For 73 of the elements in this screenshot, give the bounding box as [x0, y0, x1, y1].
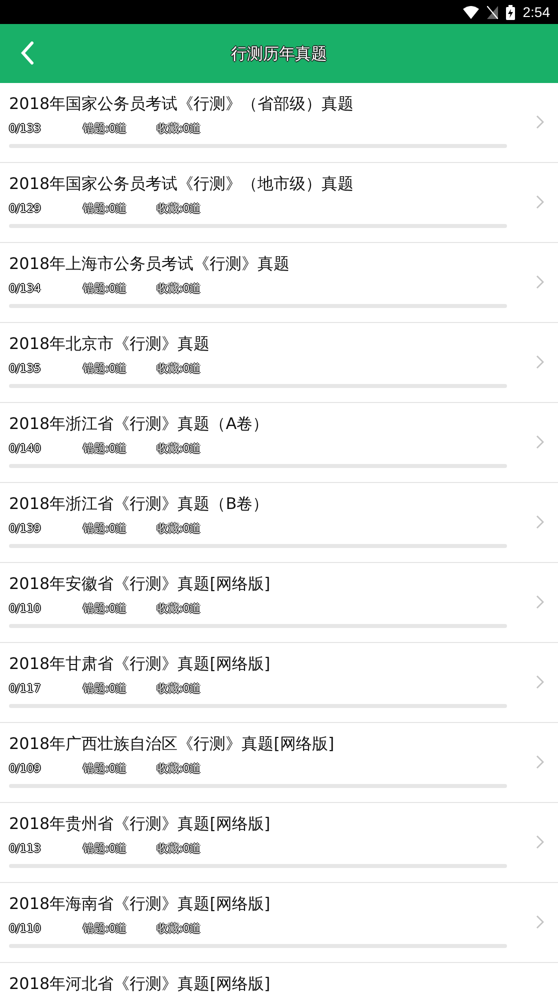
exam-list-item[interactable]: 2018年上海市公务员考试《行测》真题 0/134 错题:0道 收藏:0道 — [0, 243, 558, 323]
chevron-right-icon — [536, 195, 544, 209]
wrong-count: 错题:0道 — [83, 920, 128, 937]
exam-list-item[interactable]: 2018年国家公务员考试《行测》（省部级）真题 0/133 错题:0道 收藏:0道 — [0, 83, 558, 163]
wrong-count: 错题:0道 — [83, 280, 128, 297]
progress-count: 0/113 — [9, 840, 42, 857]
exam-title: 2018年安徽省《行测》真题[网络版] — [9, 573, 270, 595]
exam-title: 2018年北京市《行测》真题 — [9, 333, 210, 355]
chevron-right-icon — [536, 355, 544, 369]
favorite-count: 收藏:0道 — [157, 120, 201, 137]
favorite-count: 收藏:0道 — [157, 760, 201, 777]
chevron-right-icon — [536, 915, 544, 929]
status-time: 2:54 — [522, 2, 550, 22]
progress-count: 0/110 — [9, 920, 42, 937]
exam-list-item[interactable]: 2018年北京市《行测》真题 0/135 错题:0道 收藏:0道 — [0, 323, 558, 403]
exam-list-item[interactable]: 2018年甘肃省《行测》真题[网络版] 0/117 错题:0道 收藏:0道 — [0, 643, 558, 723]
chevron-right-icon — [536, 435, 544, 449]
exam-title: 2018年广西壮族自治区《行测》真题[网络版] — [9, 733, 334, 755]
chevron-right-icon — [536, 515, 544, 529]
progress-count: 0/129 — [9, 200, 42, 217]
exam-list-item[interactable]: 2018年浙江省《行测》真题（B卷） 0/139 错题:0道 收藏:0道 — [0, 483, 558, 563]
exam-title: 2018年海南省《行测》真题[网络版] — [9, 893, 270, 915]
exam-list-item[interactable]: 2018年海南省《行测》真题[网络版] 0/110 错题:0道 收藏:0道 — [0, 883, 558, 963]
exam-list-item[interactable]: 2018年国家公务员考试《行测》（地市级）真题 0/129 错题:0道 收藏:0道 — [0, 163, 558, 243]
exam-title: 2018年甘肃省《行测》真题[网络版] — [9, 653, 270, 675]
progress-count: 0/134 — [9, 280, 42, 297]
exam-list-item[interactable]: 2018年浙江省《行测》真题（A卷） 0/140 错题:0道 收藏:0道 — [0, 403, 558, 483]
wrong-count: 错题:0道 — [83, 520, 128, 537]
chevron-right-icon — [536, 675, 544, 689]
exam-list-item[interactable]: 2018年安徽省《行测》真题[网络版] 0/110 错题:0道 收藏:0道 — [0, 563, 558, 643]
favorite-count: 收藏:0道 — [157, 840, 201, 857]
progress-count: 0/135 — [9, 360, 42, 377]
wrong-count: 错题:0道 — [83, 120, 128, 137]
exam-list-item[interactable]: 2018年河北省《行测》真题[网络版] — [0, 963, 558, 992]
wrong-count: 错题:0道 — [83, 200, 128, 217]
wrong-count: 错题:0道 — [83, 840, 128, 857]
battery-icon — [506, 4, 515, 20]
exam-title: 2018年浙江省《行测》真题（B卷） — [9, 493, 269, 515]
exam-list-item[interactable]: 2018年广西壮族自治区《行测》真题[网络版] 0/109 错题:0道 收藏:0道 — [0, 723, 558, 803]
chevron-right-icon — [536, 275, 544, 289]
favorite-count: 收藏:0道 — [157, 360, 201, 377]
favorite-count: 收藏:0道 — [157, 440, 201, 457]
wrong-count: 错题:0道 — [83, 760, 128, 777]
no-sim-icon — [486, 6, 498, 18]
progress-count: 0/133 — [9, 120, 42, 137]
progress-count: 0/140 — [9, 440, 42, 457]
favorite-count: 收藏:0道 — [157, 920, 201, 937]
exam-title: 2018年河北省《行测》真题[网络版] — [9, 973, 270, 992]
chevron-right-icon — [536, 595, 544, 609]
favorite-count: 收藏:0道 — [157, 200, 201, 217]
progress-count: 0/109 — [9, 760, 42, 777]
exam-title: 2018年国家公务员考试《行测》（省部级）真题 — [9, 93, 354, 115]
progress-count: 0/117 — [9, 680, 42, 697]
exam-list-item[interactable]: 2018年贵州省《行测》真题[网络版] 0/113 错题:0道 收藏:0道 — [0, 803, 558, 883]
chevron-right-icon — [536, 115, 544, 129]
wifi-icon — [462, 6, 479, 18]
exam-title: 2018年国家公务员考试《行测》（地市级）真题 — [9, 173, 354, 195]
wrong-count: 错题:0道 — [83, 440, 128, 457]
favorite-count: 收藏:0道 — [157, 520, 201, 537]
favorite-count: 收藏:0道 — [157, 600, 201, 617]
exam-title: 2018年浙江省《行测》真题（A卷） — [9, 413, 269, 435]
page-title: 行测历年真题 — [231, 42, 327, 64]
progress-count: 0/139 — [9, 520, 42, 537]
wrong-count: 错题:0道 — [83, 680, 128, 697]
favorite-count: 收藏:0道 — [157, 680, 201, 697]
chevron-right-icon — [536, 835, 544, 849]
progress-count: 0/110 — [9, 600, 42, 617]
exam-title: 2018年上海市公务员考试《行测》真题 — [9, 253, 290, 275]
wrong-count: 错题:0道 — [83, 600, 128, 617]
wrong-count: 错题:0道 — [83, 360, 128, 377]
exam-title: 2018年贵州省《行测》真题[网络版] — [9, 813, 270, 835]
chevron-right-icon — [536, 755, 544, 769]
favorite-count: 收藏:0道 — [157, 280, 201, 297]
